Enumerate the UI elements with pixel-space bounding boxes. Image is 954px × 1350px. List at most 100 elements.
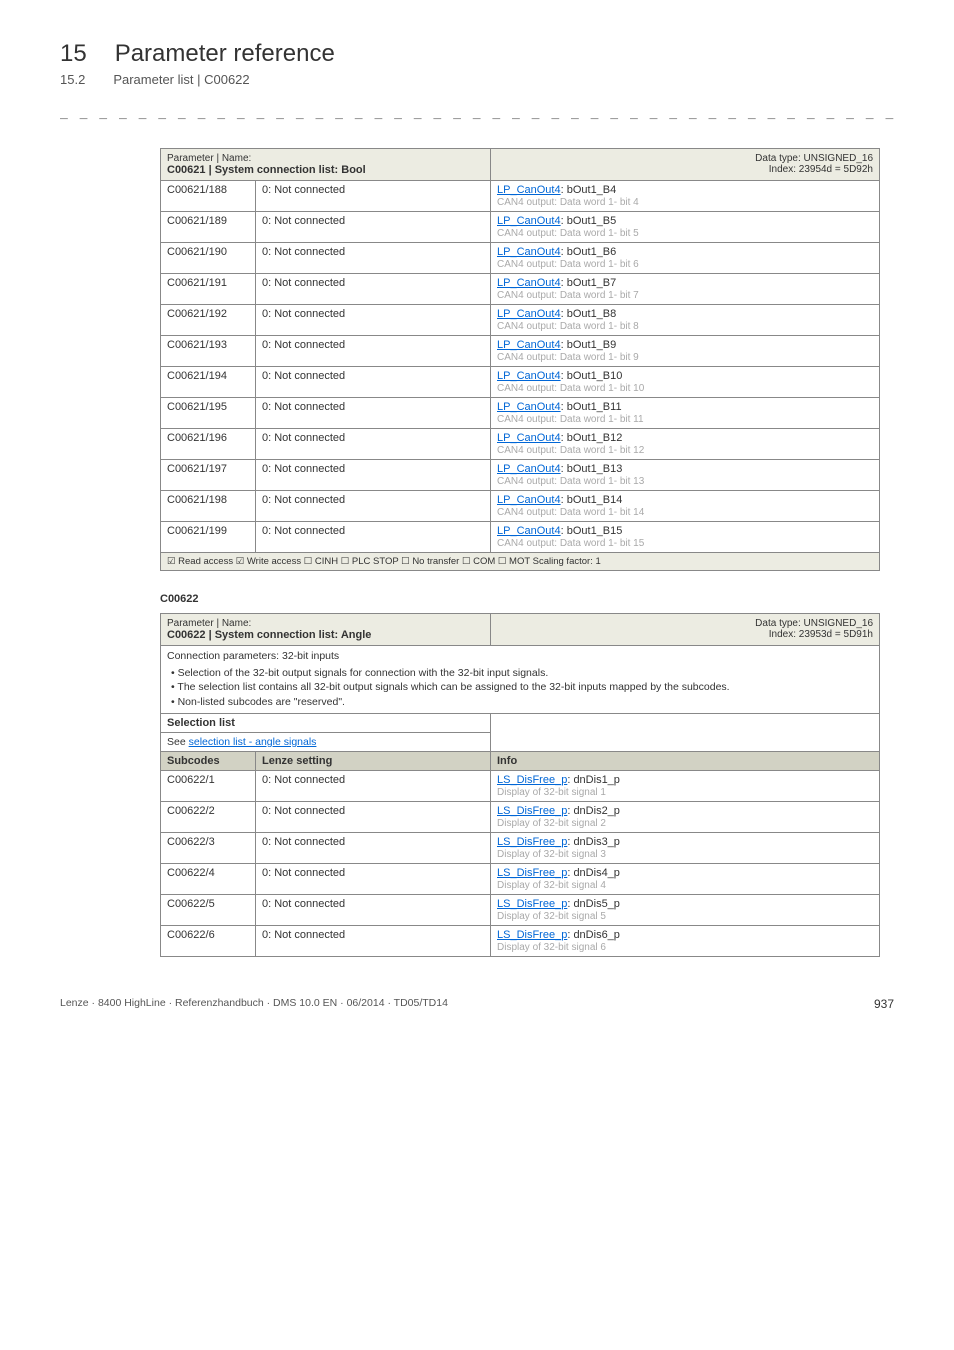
table-head-type: Data type: UNSIGNED_16: [497, 618, 873, 629]
row-link[interactable]: LP_CanOut4: [497, 277, 561, 289]
row-info: LP_CanOut4: bOut1_B8CAN4 output: Data wo…: [491, 305, 880, 336]
row-setting: 0: Not connected: [256, 367, 491, 398]
row-setting: 0: Not connected: [256, 801, 491, 832]
row-link-suffix: : bOut1_B15: [561, 525, 623, 537]
row-desc: CAN4 output: Data word 1- bit 6: [497, 259, 639, 270]
row-link-suffix: : bOut1_B4: [561, 184, 617, 196]
row-setting: 0: Not connected: [256, 925, 491, 956]
row-link-suffix: : bOut1_B13: [561, 463, 623, 475]
table-head-label: Parameter | Name:: [167, 618, 484, 629]
row-link[interactable]: LS_DisFree_p: [497, 774, 567, 786]
param-table-c00621: Parameter | Name: C00621 | System connec…: [160, 148, 880, 571]
row-link[interactable]: LP_CanOut4: [497, 215, 561, 227]
row-setting: 0: Not connected: [256, 522, 491, 553]
row-code: C00622/1: [161, 770, 256, 801]
table-head-title: C00621 | System connection list: Bool: [167, 164, 484, 176]
row-desc: CAN4 output: Data word 1- bit 15: [497, 538, 644, 549]
row-info: LP_CanOut4: bOut1_B15CAN4 output: Data w…: [491, 522, 880, 553]
row-desc: CAN4 output: Data word 1- bit 14: [497, 507, 644, 518]
row-link[interactable]: LP_CanOut4: [497, 525, 561, 537]
desc-title: Connection parameters: 32-bit inputs: [167, 649, 873, 664]
row-link[interactable]: LS_DisFree_p: [497, 805, 567, 817]
row-code: C00621/192: [161, 305, 256, 336]
row-setting: 0: Not connected: [256, 460, 491, 491]
table-footer-access: ☑ Read access ☑ Write access ☐ CINH ☐ PL…: [161, 553, 880, 571]
row-setting: 0: Not connected: [256, 336, 491, 367]
row-link[interactable]: LS_DisFree_p: [497, 836, 567, 848]
row-link[interactable]: LS_DisFree_p: [497, 929, 567, 941]
row-link[interactable]: LP_CanOut4: [497, 463, 561, 475]
table-row: C00622/30: Not connectedLS_DisFree_p: dn…: [161, 832, 880, 863]
divider-dashes: _ _ _ _ _ _ _ _ _ _ _ _ _ _ _ _ _ _ _ _ …: [60, 105, 894, 120]
row-code: C00621/196: [161, 429, 256, 460]
table-row: C00622/40: Not connectedLS_DisFree_p: dn…: [161, 863, 880, 894]
subcodes-header-code: Subcodes: [161, 751, 256, 770]
desc-item: Non-listed subcodes are "reserved".: [171, 695, 873, 710]
row-link[interactable]: LS_DisFree_p: [497, 898, 567, 910]
row-info: LS_DisFree_p: dnDis4_pDisplay of 32-bit …: [491, 863, 880, 894]
row-code: C00621/195: [161, 398, 256, 429]
row-desc: CAN4 output: Data word 1- bit 12: [497, 445, 644, 456]
row-link-suffix: : bOut1_B14: [561, 494, 623, 506]
table-row: C00621/1940: Not connectedLP_CanOut4: bO…: [161, 367, 880, 398]
selection-list-label: Selection list: [161, 713, 491, 732]
row-desc: Display of 32-bit signal 2: [497, 818, 606, 829]
table-head-title: C00622 | System connection list: Angle: [167, 629, 484, 641]
row-link-suffix: : dnDis1_p: [567, 774, 620, 786]
row-desc: CAN4 output: Data word 1- bit 9: [497, 352, 639, 363]
row-setting: 0: Not connected: [256, 832, 491, 863]
row-link[interactable]: LP_CanOut4: [497, 308, 561, 320]
row-code: C00621/189: [161, 212, 256, 243]
row-code: C00621/193: [161, 336, 256, 367]
row-link-suffix: : bOut1_B10: [561, 370, 623, 382]
chapter-number: 15: [60, 40, 87, 68]
section-title: Parameter list | C00622: [113, 72, 249, 87]
row-info: LS_DisFree_p: dnDis2_pDisplay of 32-bit …: [491, 801, 880, 832]
row-link[interactable]: LP_CanOut4: [497, 401, 561, 413]
row-link[interactable]: LS_DisFree_p: [497, 867, 567, 879]
page-header: 15 Parameter reference 15.2 Parameter li…: [60, 40, 894, 87]
table-row: C00621/1910: Not connectedLP_CanOut4: bO…: [161, 274, 880, 305]
row-setting: 0: Not connected: [256, 212, 491, 243]
desc-item: The selection list contains all 32-bit o…: [171, 680, 873, 695]
table-row: C00621/1880: Not connectedLP_CanOut4: bO…: [161, 181, 880, 212]
footer-left: Lenze · 8400 HighLine · Referenzhandbuch…: [60, 997, 448, 1011]
row-desc: Display of 32-bit signal 3: [497, 849, 606, 860]
desc-item: Selection of the 32-bit output signals f…: [171, 666, 873, 681]
row-setting: 0: Not connected: [256, 863, 491, 894]
row-link[interactable]: LP_CanOut4: [497, 246, 561, 258]
row-link[interactable]: LP_CanOut4: [497, 370, 561, 382]
row-info: LP_CanOut4: bOut1_B10CAN4 output: Data w…: [491, 367, 880, 398]
row-code: C00621/197: [161, 460, 256, 491]
row-link[interactable]: LP_CanOut4: [497, 432, 561, 444]
row-code: C00621/190: [161, 243, 256, 274]
row-link-suffix: : bOut1_B7: [561, 277, 617, 289]
row-link-suffix: : bOut1_B11: [561, 401, 622, 413]
row-link[interactable]: LP_CanOut4: [497, 494, 561, 506]
row-code: C00622/2: [161, 801, 256, 832]
row-desc: Display of 32-bit signal 1: [497, 787, 606, 798]
row-code: C00622/5: [161, 894, 256, 925]
row-code: C00622/6: [161, 925, 256, 956]
table-head-index: Index: 23953d = 5D91h: [497, 629, 873, 640]
row-info: LS_DisFree_p: dnDis5_pDisplay of 32-bit …: [491, 894, 880, 925]
row-link-suffix: : dnDis5_p: [567, 898, 620, 910]
row-link-suffix: : dnDis3_p: [567, 836, 620, 848]
selection-link[interactable]: selection list - angle signals: [189, 736, 317, 748]
page-number: 937: [874, 997, 894, 1011]
row-desc: Display of 32-bit signal 4: [497, 880, 606, 891]
table-row: C00622/10: Not connectedLS_DisFree_p: dn…: [161, 770, 880, 801]
table-row: C00622/50: Not connectedLS_DisFree_p: dn…: [161, 894, 880, 925]
row-code: C00621/188: [161, 181, 256, 212]
row-setting: 0: Not connected: [256, 274, 491, 305]
page-footer: Lenze · 8400 HighLine · Referenzhandbuch…: [60, 997, 894, 1011]
selection-see: See: [167, 736, 189, 748]
table-row: C00622/60: Not connected LS_DisFree_p: dn…: [161, 925, 880, 956]
row-link-suffix: : dnDis6_p: [567, 929, 620, 941]
row-link[interactable]: LP_CanOut4: [497, 184, 561, 196]
row-info: LP_CanOut4: bOut1_B12CAN4 output: Data w…: [491, 429, 880, 460]
row-desc: CAN4 output: Data word 1- bit 4: [497, 197, 639, 208]
row-link[interactable]: LP_CanOut4: [497, 339, 561, 351]
row-desc: CAN4 output: Data word 1- bit 10: [497, 383, 644, 394]
table-head-type: Data type: UNSIGNED_16: [497, 153, 873, 164]
